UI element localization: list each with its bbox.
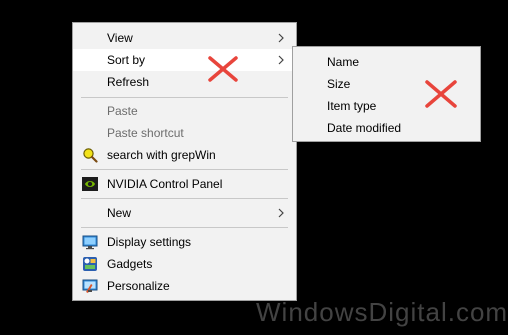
menu-item-nvidia-control-panel[interactable]: NVIDIA Control Panel bbox=[73, 173, 296, 195]
submenu-item-name[interactable]: Name bbox=[327, 51, 359, 73]
menu-item-view-label: View bbox=[107, 31, 133, 45]
menu-item-refresh-label: Refresh bbox=[107, 75, 150, 89]
red-x-icon bbox=[208, 56, 238, 82]
menu-item-display-settings[interactable]: Display settings bbox=[73, 231, 296, 253]
menu-item-paste-shortcut-label: Paste shortcut bbox=[107, 126, 184, 140]
submenu-item-item-type[interactable]: Item type bbox=[327, 95, 376, 117]
menu-item-new[interactable]: New bbox=[73, 202, 296, 224]
menu-separator bbox=[81, 227, 288, 228]
menu-item-paste-label: Paste bbox=[107, 104, 138, 118]
watermark: WindowsDigital.com bbox=[256, 296, 507, 328]
gadgets-icon bbox=[83, 257, 97, 271]
menu-item-gadgets[interactable]: Gadgets bbox=[73, 253, 296, 275]
menu-item-new-label: New bbox=[107, 206, 132, 220]
menu-item-search-grepwin-label: search with grepWin bbox=[107, 148, 216, 162]
menu-item-sort-by-label: Sort by bbox=[107, 53, 146, 67]
menu-separator bbox=[81, 97, 288, 98]
menu-item-display-settings-label: Display settings bbox=[107, 235, 192, 249]
menu-item-nvidia-control-panel-label: NVIDIA Control Panel bbox=[107, 177, 223, 191]
menu-item-view[interactable]: View bbox=[73, 27, 296, 49]
menu-item-refresh[interactable]: Refresh bbox=[73, 71, 296, 93]
menu-item-paste-shortcut[interactable]: Paste shortcut bbox=[73, 122, 296, 144]
submenu-item-size[interactable]: Size bbox=[327, 73, 350, 95]
chevron-right-icon bbox=[278, 208, 284, 218]
magnifier-icon bbox=[83, 148, 98, 163]
menu-item-paste[interactable]: Paste bbox=[73, 100, 296, 122]
chevron-right-icon bbox=[278, 55, 284, 65]
menu-item-gadgets-label: Gadgets bbox=[107, 257, 153, 271]
watermark-text: WindowsDigital.com bbox=[256, 297, 508, 327]
submenu-item-date-modified[interactable]: Date modified bbox=[327, 117, 401, 139]
menu-separator bbox=[81, 169, 288, 170]
monitor-icon bbox=[82, 235, 98, 250]
desktop-context-menu: View Sort by Refresh Paste Paste shortcu… bbox=[72, 22, 297, 301]
nvidia-icon bbox=[82, 177, 98, 191]
personalize-icon bbox=[82, 279, 98, 293]
menu-item-personalize-label: Personalize bbox=[107, 279, 170, 293]
red-x-icon bbox=[425, 80, 457, 108]
menu-item-sort-by[interactable]: Sort by bbox=[73, 49, 296, 71]
menu-separator bbox=[81, 198, 288, 199]
menu-item-personalize[interactable]: Personalize bbox=[73, 275, 296, 297]
chevron-right-icon bbox=[278, 33, 284, 43]
menu-item-search-grepwin[interactable]: search with grepWin bbox=[73, 144, 296, 166]
